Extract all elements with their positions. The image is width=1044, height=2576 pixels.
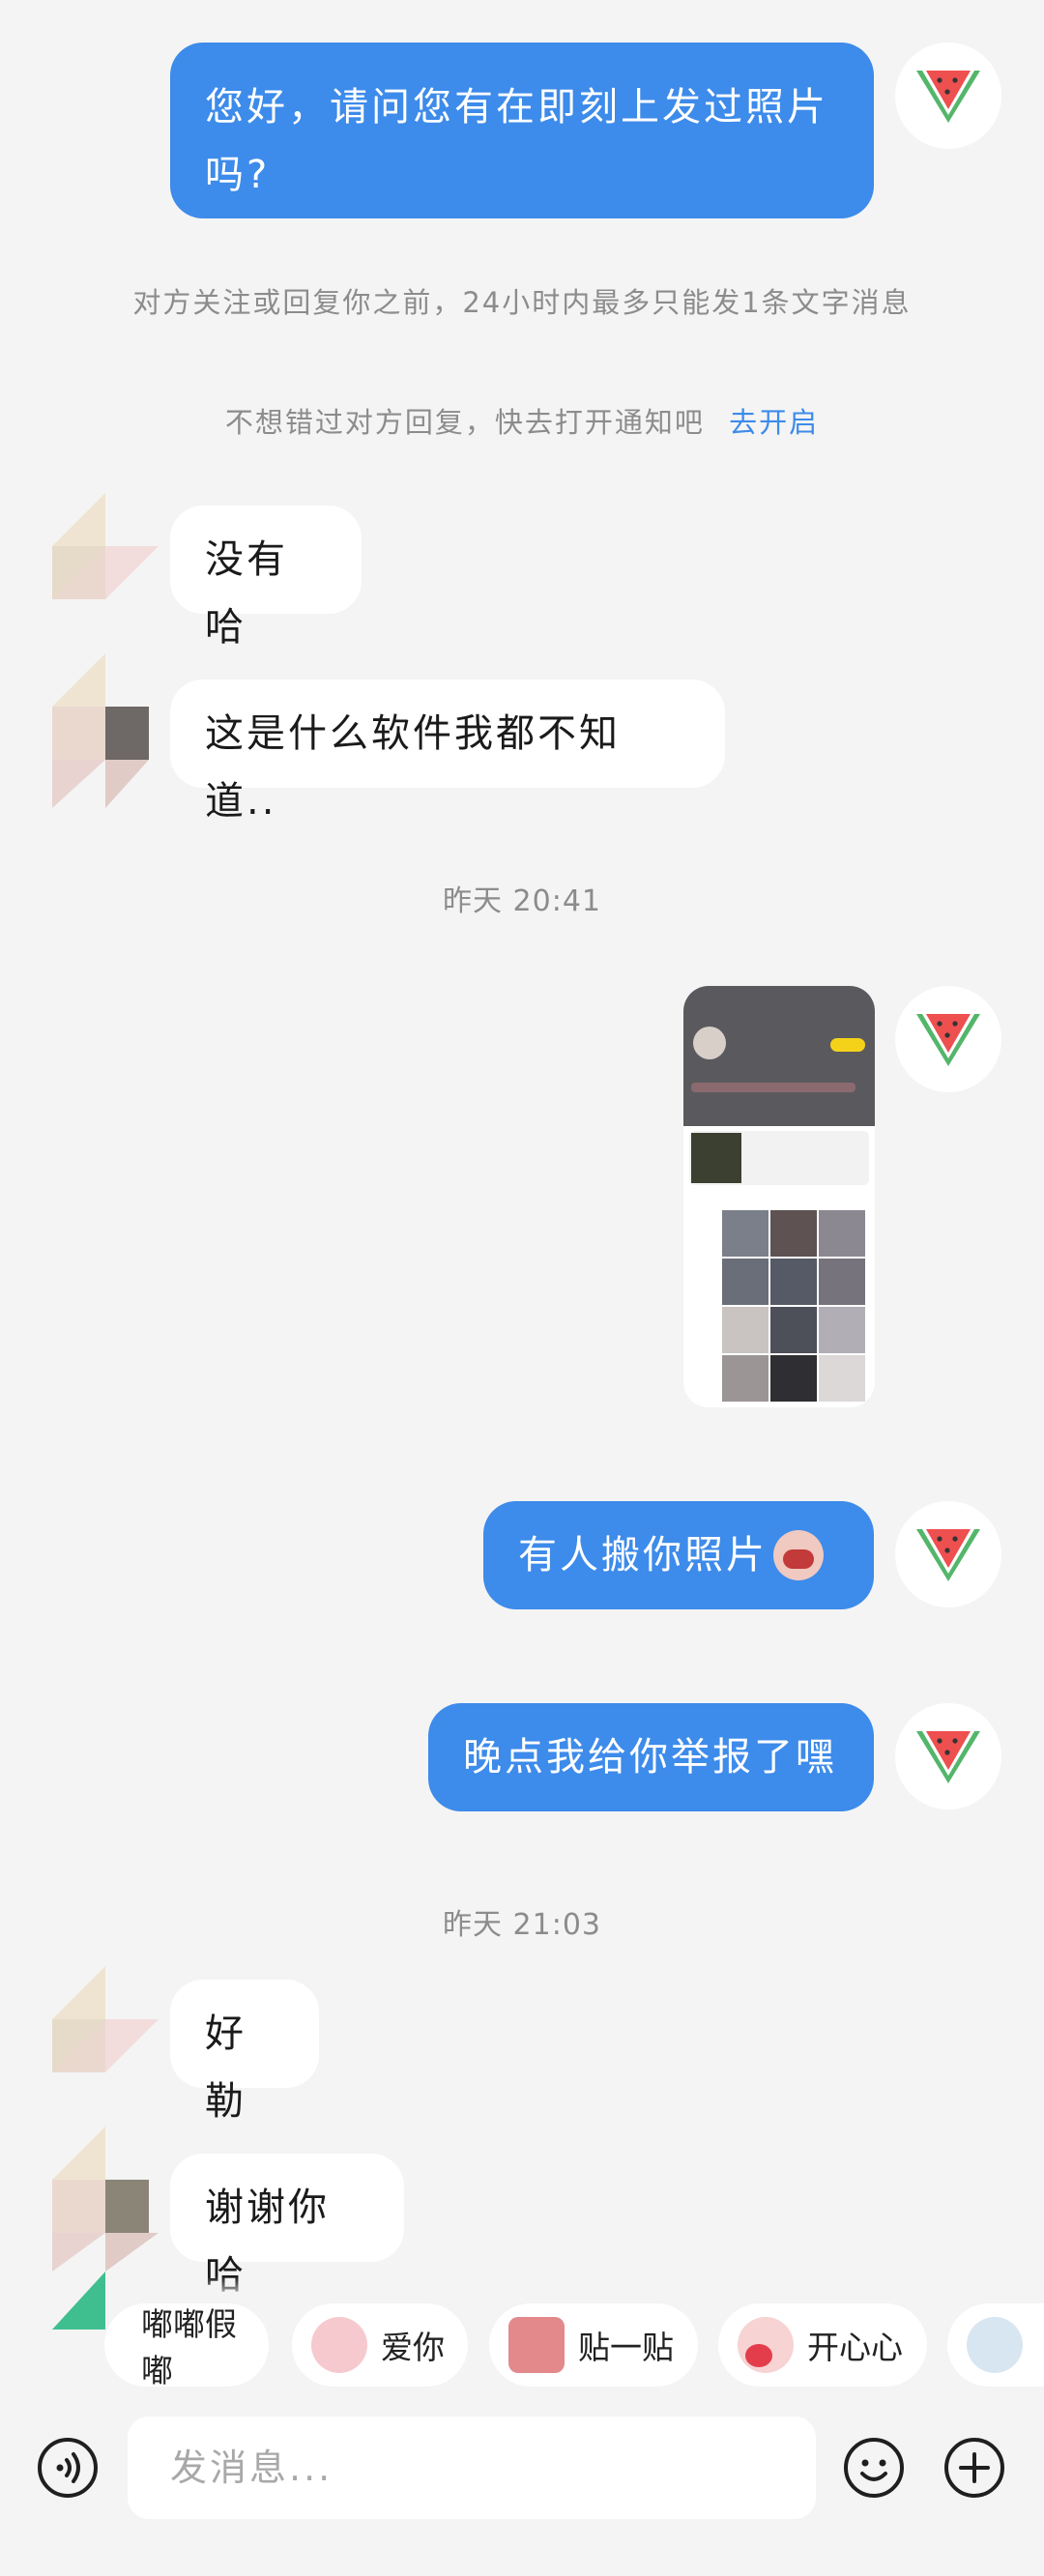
contact-avatar[interactable] bbox=[52, 1966, 159, 2072]
message-text-line: 吗? bbox=[205, 153, 271, 197]
image-follow-badge bbox=[830, 1038, 865, 1052]
hug-sticker-icon bbox=[508, 2317, 565, 2373]
heart-sticker-icon bbox=[738, 2317, 794, 2373]
outgoing-message-bubble[interactable]: 您好，请问您有在即刻上发过照片 吗? bbox=[170, 43, 874, 218]
quick-reply-label: 嘟嘟假嘟 bbox=[141, 2305, 237, 2389]
message-limit-notice: 对方关注或回复你之前，24小时内最多只能发1条文字消息 bbox=[132, 286, 912, 319]
notification-prompt: 不想错过对方回复，快去打开通知吧 去开启 bbox=[0, 400, 1044, 441]
quick-reply-chip[interactable]: 嘟嘟假嘟 bbox=[104, 2303, 269, 2389]
outgoing-message-bubble[interactable]: 晚点我给你举报了嘿 bbox=[428, 1703, 874, 1811]
contact-avatar[interactable] bbox=[52, 2127, 159, 2272]
quick-reply-chip[interactable]: 开心心 bbox=[718, 2303, 927, 2387]
sticker-icon bbox=[967, 2317, 1023, 2373]
message-text: 有人搬你照片 bbox=[518, 1533, 768, 1577]
crying-emoji-icon bbox=[773, 1530, 824, 1580]
watermelon-avatar-icon bbox=[916, 71, 980, 123]
self-avatar[interactable] bbox=[895, 1501, 1001, 1607]
incoming-message-bubble[interactable]: 没有哈 bbox=[170, 506, 362, 650]
self-avatar[interactable] bbox=[895, 1703, 1001, 1809]
image-message[interactable] bbox=[683, 986, 875, 1407]
timestamp: 昨天 21:03 bbox=[443, 1908, 601, 1942]
quick-reply-chip[interactable] bbox=[947, 2303, 1044, 2387]
message-text: 这是什么软件我都不知道.. bbox=[205, 711, 621, 824]
quick-reply-label: 爱你 bbox=[381, 2329, 445, 2366]
quick-reply-chip[interactable]: 爱你 bbox=[292, 2303, 468, 2387]
image-tags bbox=[691, 1083, 856, 1092]
voice-icon bbox=[38, 2438, 98, 2498]
message-text-line: 您好，请问您有在即刻上发过照片 bbox=[205, 85, 828, 130]
incoming-message-bubble[interactable]: 谢谢你哈 bbox=[170, 2154, 404, 2298]
voice-button[interactable] bbox=[37, 2437, 99, 2499]
image-info-thumb bbox=[691, 1133, 741, 1183]
timestamp: 昨天 20:41 bbox=[443, 884, 601, 918]
enable-notification-link[interactable]: 去开启 bbox=[729, 406, 819, 439]
image-avatar bbox=[693, 1027, 726, 1059]
quick-reply-chip[interactable]: 贴一贴 bbox=[489, 2303, 698, 2387]
incoming-message-bubble[interactable]: 这是什么软件我都不知道.. bbox=[170, 680, 725, 824]
quick-reply-label: 贴一贴 bbox=[578, 2329, 674, 2366]
watermelon-avatar-icon bbox=[916, 1014, 980, 1066]
self-avatar[interactable] bbox=[895, 986, 1001, 1092]
self-avatar[interactable] bbox=[895, 43, 1001, 149]
message-text: 好勒 bbox=[205, 2012, 246, 2124]
watermelon-avatar-icon bbox=[916, 1731, 980, 1783]
more-button[interactable] bbox=[943, 2437, 1005, 2499]
message-text: 晚点我给你举报了嘿 bbox=[463, 1735, 837, 1780]
incoming-message-bubble[interactable]: 好勒 bbox=[170, 1980, 319, 2124]
quick-reply-label: 开心心 bbox=[807, 2329, 903, 2366]
message-input[interactable]: 发消息... bbox=[128, 2417, 816, 2519]
image-grid bbox=[722, 1210, 865, 1404]
emoji-button[interactable] bbox=[843, 2437, 905, 2499]
emoji-icon bbox=[844, 2438, 904, 2498]
watermelon-avatar-icon bbox=[916, 1529, 980, 1581]
contact-avatar[interactable] bbox=[52, 653, 159, 808]
contact-avatar-fragment bbox=[52, 2272, 105, 2330]
notification-prompt-text: 不想错过对方回复，快去打开通知吧 bbox=[224, 406, 705, 439]
outgoing-message-bubble[interactable]: 有人搬你照片 bbox=[483, 1501, 874, 1609]
plus-icon bbox=[944, 2438, 1004, 2498]
message-text: 没有哈 bbox=[205, 537, 288, 650]
contact-avatar[interactable] bbox=[52, 493, 159, 599]
pig-sticker-icon bbox=[311, 2317, 367, 2373]
